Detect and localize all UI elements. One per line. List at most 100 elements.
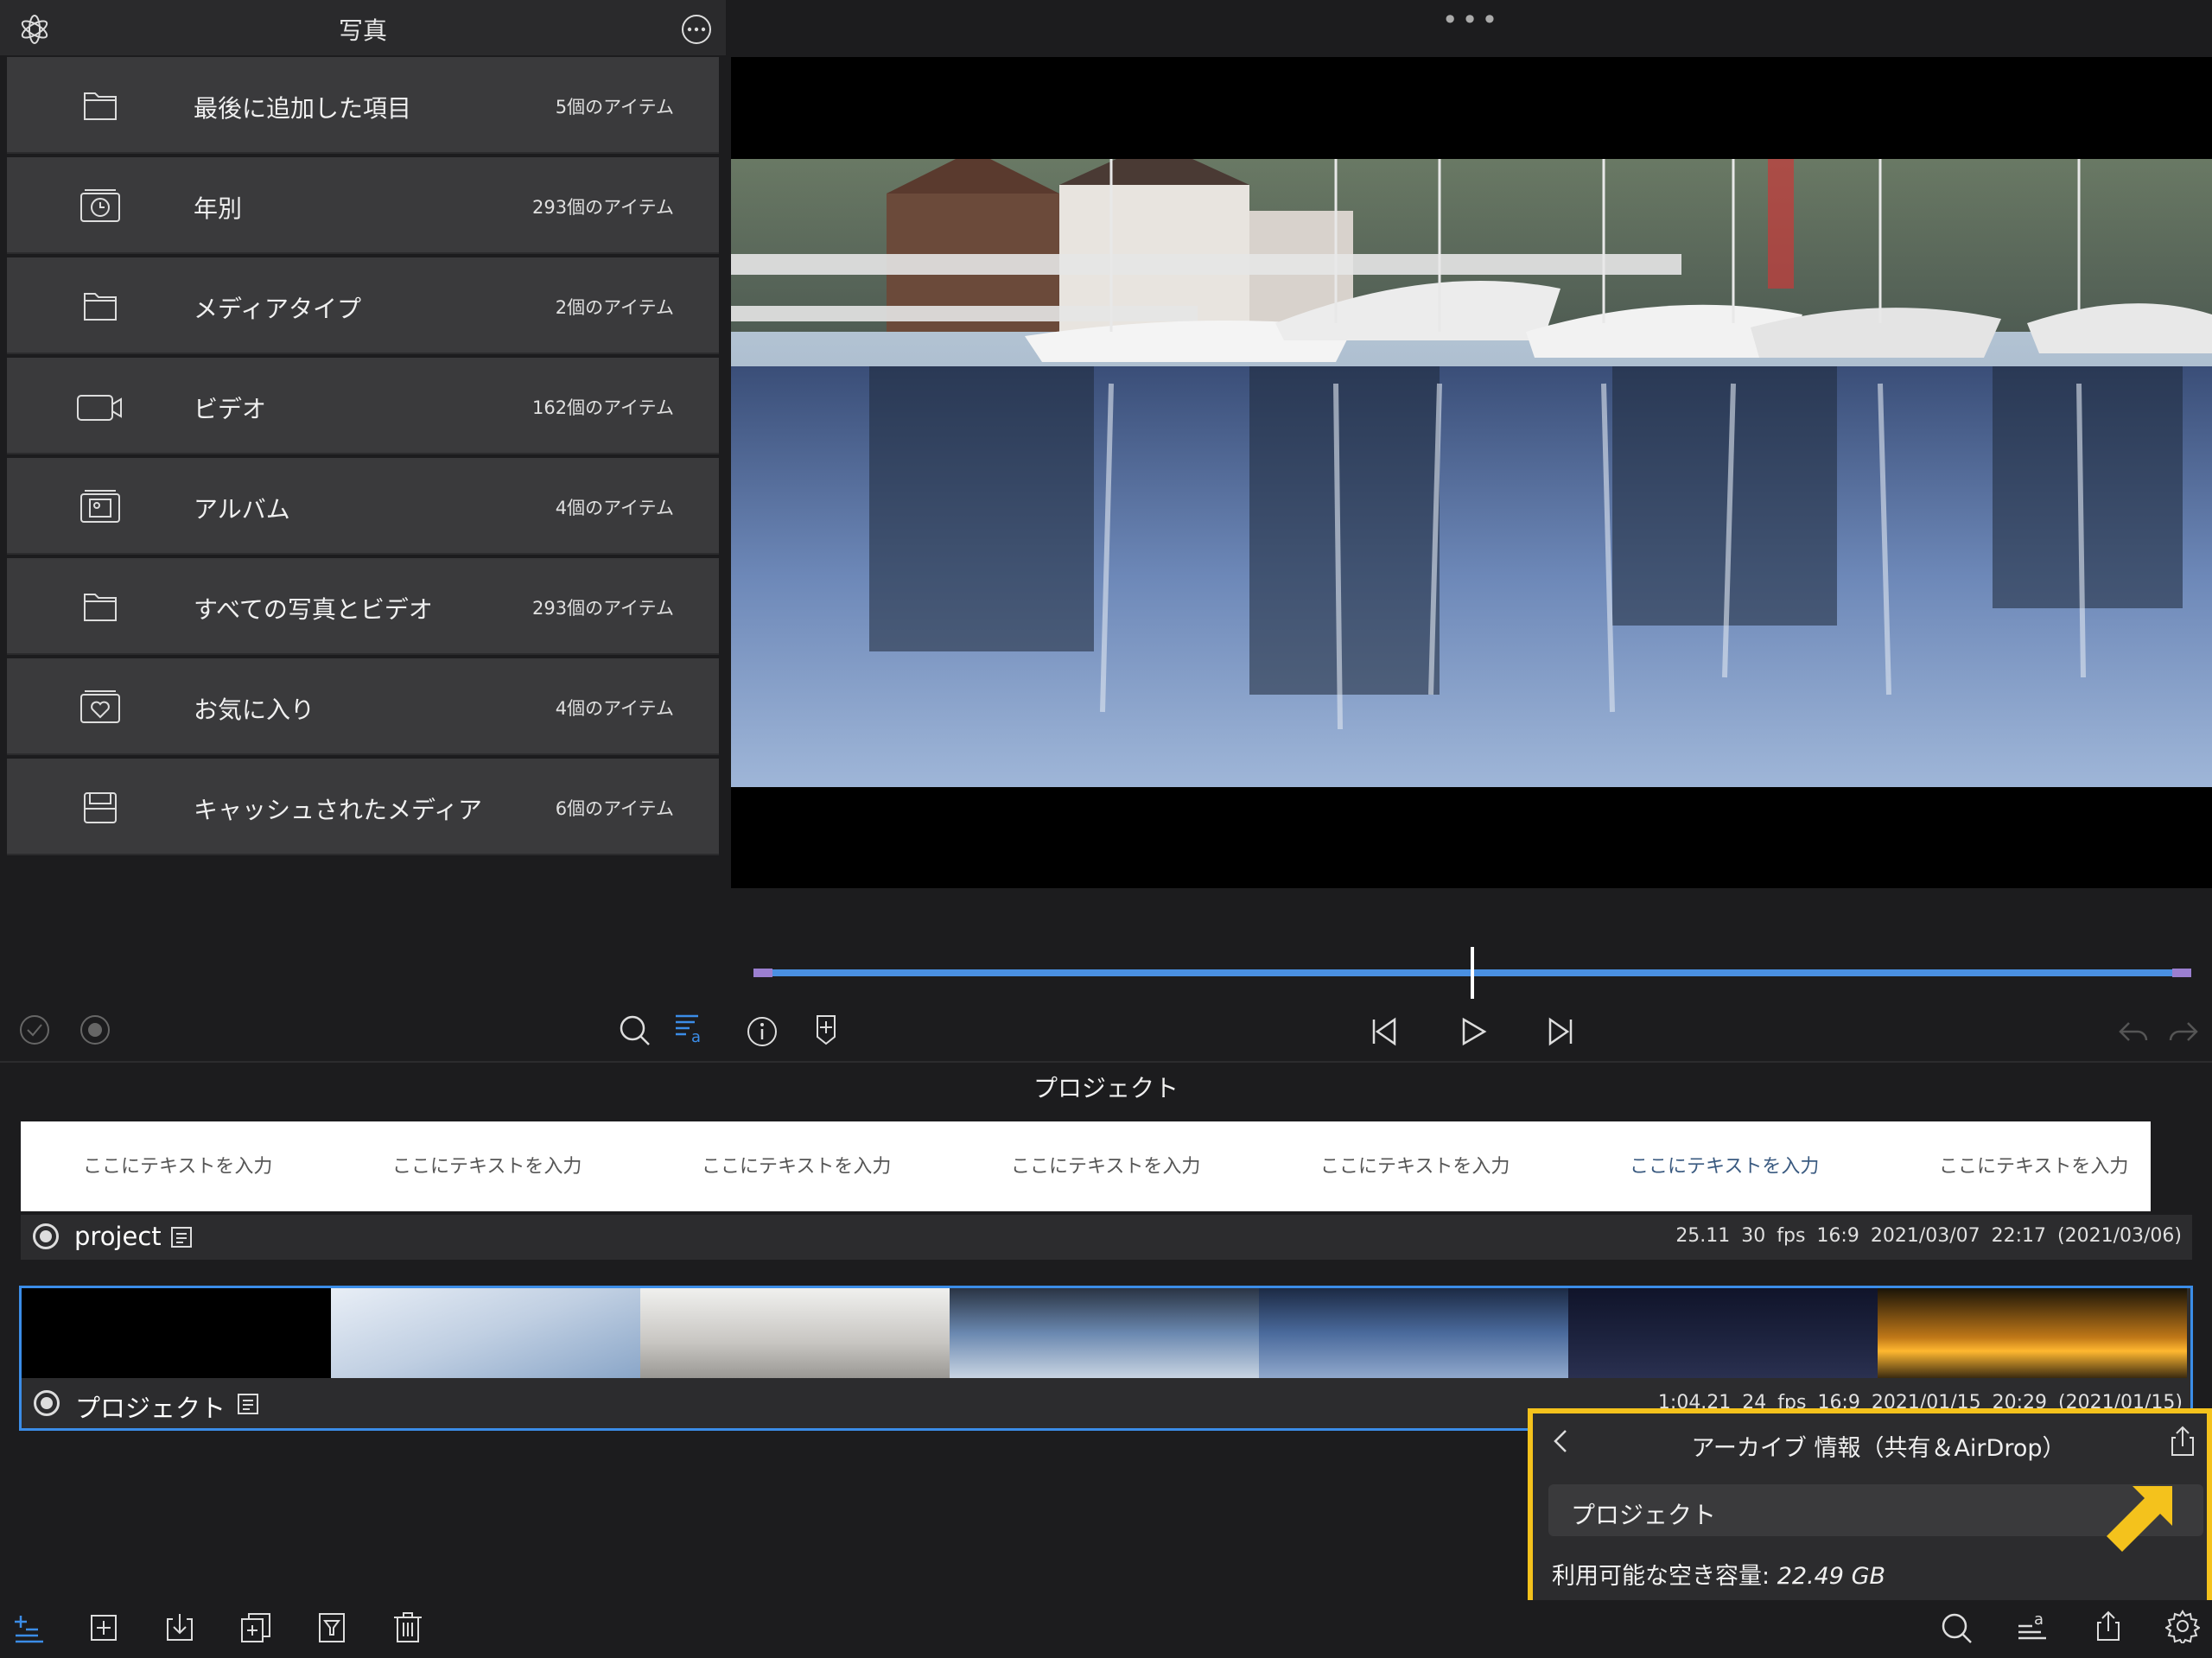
filmstrip-thumb (1568, 1288, 1878, 1378)
library-item-label: メディアタイプ (194, 295, 362, 323)
cache-box-icon (74, 786, 126, 828)
library-item-label: お気に入り (194, 696, 315, 724)
project-browser-title: プロジェクト (1033, 1074, 1179, 1102)
free-space-text: 利用可能な空き容量: 22.49 GB (1552, 1557, 1885, 1591)
import-icon[interactable] (162, 1610, 197, 1645)
folder-icon (74, 285, 126, 327)
skip-to-end-icon[interactable] (1543, 1014, 1578, 1049)
library-item-label: 年別 (194, 194, 243, 223)
trash-icon[interactable] (391, 1610, 425, 1645)
library-item-count: 2個のアイテム (555, 297, 674, 318)
title-placeholder: ここにテキストを入力 (1320, 1156, 1510, 1178)
video-canvas[interactable] (731, 57, 2212, 888)
title-placeholder: ここにテキストを入力 (83, 1156, 273, 1178)
archive-popover-title: アーカイブ 情報（共有＆AirDrop） (1691, 1435, 2066, 1462)
share-icon[interactable] (2091, 1609, 2126, 1643)
scrub-end-marker (2172, 969, 2191, 977)
library-item-label: アルバム (194, 495, 290, 524)
project-name: プロジェクト (75, 1394, 226, 1423)
title-placeholder: ここにテキストを入力 (1011, 1156, 1201, 1178)
share-icon[interactable] (2165, 1424, 2200, 1458)
library-item-media-type[interactable]: メディアタイプ 2個のアイテム (7, 257, 719, 354)
library-item-all-photos-videos[interactable]: すべての写真とビデオ 293個のアイテム (7, 558, 719, 655)
archive-info-popover: アーカイブ 情報（共有＆AirDrop） プロジェクト 利用可能な空き容量: 2… (1528, 1408, 2212, 1612)
library-item-count: 6個のアイテム (555, 798, 674, 819)
add-marker-icon[interactable] (809, 1013, 843, 1047)
library-list: 最後に追加した項目 5個のアイテム 年別 293個のアイテム メディアタイプ 2… (7, 57, 719, 859)
title-placeholder: ここにテキストを入力 (1630, 1156, 1820, 1178)
calendar-clock-icon (74, 185, 126, 226)
filter-icon[interactable] (315, 1610, 349, 1645)
library-title: 写真 (338, 16, 387, 45)
notes-icon[interactable] (169, 1225, 194, 1249)
settings-gear-icon[interactable] (2165, 1609, 2200, 1643)
search-icon[interactable] (1939, 1610, 1974, 1645)
heart-album-icon (74, 686, 126, 727)
sort-list-icon[interactable]: a (672, 1011, 707, 1045)
more-options-icon[interactable] (679, 12, 714, 47)
project-row[interactable]: project 25.11 30 fps 16:9 2021/03/07 22:… (21, 1215, 2192, 1260)
library-item-albums[interactable]: アルバム 4個のアイテム (7, 458, 719, 555)
archive-popover-header: アーカイブ 情報（共有＆AirDrop） (1533, 1413, 2207, 1469)
library-item-by-year[interactable]: 年別 293個のアイテム (7, 157, 719, 254)
project-filmstrip (22, 1288, 2190, 1378)
library-item-count: 162個のアイテム (532, 397, 674, 418)
timeline-scrubber[interactable] (753, 947, 2191, 999)
library-item-cached-media[interactable]: キャッシュされたメディア 6個のアイテム (7, 759, 719, 855)
library-item-video[interactable]: ビデオ 162個のアイテム (7, 358, 719, 454)
video-preview-frame (731, 159, 2212, 787)
library-item-count: 293個のアイテム (532, 197, 674, 218)
project-select-radio[interactable] (34, 1390, 60, 1416)
library-item-label: 最後に追加した項目 (194, 94, 412, 123)
scrub-start-marker (753, 969, 772, 977)
svg-text:a: a (2034, 1610, 2044, 1629)
window-handle-dots[interactable]: ••• (731, 3, 2212, 36)
title-placeholder: ここにテキストを入力 (702, 1156, 892, 1178)
search-icon[interactable] (617, 1013, 652, 1047)
video-camera-icon (74, 385, 126, 427)
new-project-icon[interactable] (12, 1612, 47, 1647)
undo-icon[interactable] (2117, 1014, 2152, 1049)
library-toolbar: a (0, 1002, 726, 1058)
library-item-count: 4個のアイテム (555, 498, 674, 518)
filmstrip-thumb (22, 1288, 331, 1378)
record-icon[interactable] (78, 1013, 112, 1047)
redo-icon[interactable] (2165, 1014, 2200, 1049)
library-item-count: 4個のアイテム (555, 698, 674, 719)
title-placeholder: ここにテキストを入力 (392, 1156, 582, 1178)
back-chevron-icon[interactable] (1552, 1427, 1569, 1455)
free-space-label: 利用可能な空き容量: (1552, 1563, 1777, 1590)
notes-icon[interactable] (236, 1392, 260, 1416)
library-header: 写真 (0, 0, 726, 55)
playhead (1471, 947, 1474, 999)
title-text-strip[interactable]: ここにテキストを入力 ここにテキストを入力 ここにテキストを入力 ここにテキスト… (21, 1121, 2151, 1211)
project-metadata: 25.11 30 fps 16:9 2021/03/07 22:17 (2021… (1675, 1225, 2182, 1247)
library-panel: 写真 最後に追加した項目 5個のアイテム 年別 293個のアイテム メディアタイ… (0, 0, 726, 1058)
add-icon[interactable] (86, 1610, 121, 1645)
highlight-arrow-icon (2094, 1465, 2190, 1560)
skip-to-start-icon[interactable] (1367, 1014, 1402, 1049)
info-icon[interactable] (745, 1014, 779, 1049)
play-icon[interactable] (1455, 1014, 1490, 1049)
bottom-toolbar: a (0, 1600, 2212, 1658)
project-select-radio[interactable] (33, 1223, 59, 1249)
folder-icon (74, 586, 126, 627)
viewer-panel: ••• (731, 0, 2212, 1058)
archive-name-value: プロジェクト (1571, 1501, 1717, 1529)
filmstrip-thumb (1878, 1288, 2187, 1378)
title-placeholder: ここにテキストを入力 (1939, 1156, 2129, 1178)
library-item-count: 293個のアイテム (532, 598, 674, 619)
filmstrip-thumb (331, 1288, 640, 1378)
library-item-favorites[interactable]: お気に入り 4個のアイテム (7, 658, 719, 755)
folder-icon (74, 85, 126, 126)
library-item-label: キャッシュされたメディア (194, 796, 483, 824)
library-item-recent[interactable]: 最後に追加した項目 5個のアイテム (7, 57, 719, 154)
project-name: project (74, 1222, 162, 1251)
duplicate-icon[interactable] (238, 1610, 273, 1645)
filmstrip-thumb (1259, 1288, 1568, 1378)
library-item-count: 5個のアイテム (555, 97, 674, 118)
library-item-label: すべての写真とビデオ (194, 595, 433, 624)
sort-list-icon[interactable]: a (2015, 1609, 2050, 1643)
select-check-icon[interactable] (17, 1013, 52, 1047)
photo-album-icon (74, 486, 126, 527)
